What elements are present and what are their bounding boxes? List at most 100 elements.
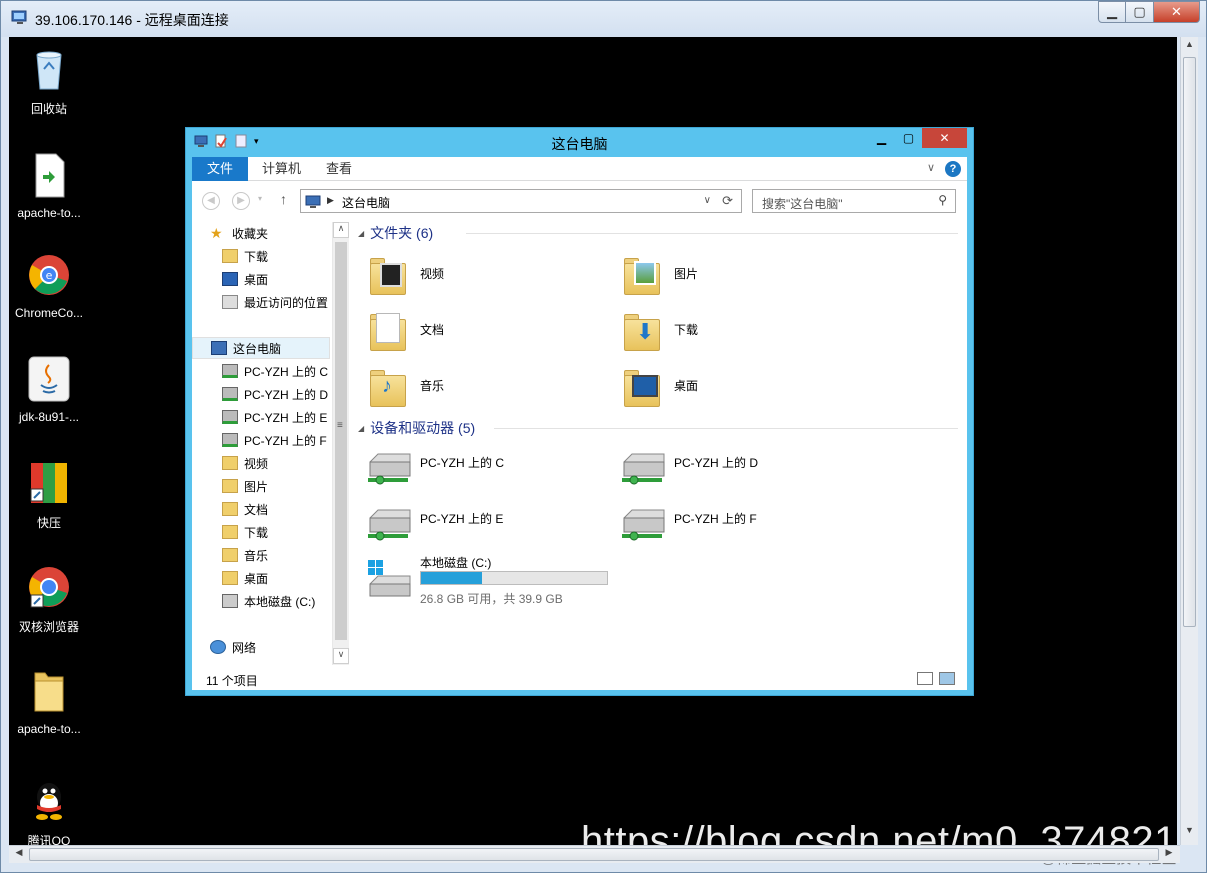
desktop-icon-apache-file[interactable]: apache-to...	[9, 151, 89, 220]
drive-tile-local-c[interactable]: 本地磁盘 (C:) 26.8 GB 可用，共 39.9 GB	[366, 554, 626, 606]
nav-desktop[interactable]: 桌面	[222, 567, 268, 589]
explorer-close-button[interactable]: ✕	[922, 128, 967, 148]
nav-network[interactable]: 网络	[210, 636, 256, 658]
nav-documents[interactable]: 文档	[222, 498, 268, 520]
nav-drive-c[interactable]: PC-YZH 上的 C	[222, 360, 328, 382]
videos-folder-icon	[366, 249, 410, 297]
folder-tile-pictures[interactable]: 图片	[620, 248, 698, 298]
navigation-bar: ◀ ▶ ▾ ↑ ▶ 这台电脑 ∨ ⟳ 搜索"这台电脑" ⚲	[192, 182, 967, 222]
nav-drive-d[interactable]: PC-YZH 上的 D	[222, 383, 328, 405]
desktop-icon-browser[interactable]: 双核浏览器	[9, 563, 89, 635]
nav-fav-desktop[interactable]: 桌面	[222, 268, 268, 290]
explorer-maximize-button[interactable]: ▢	[895, 128, 922, 148]
explorer-window: ▾ 这台电脑 ▁ ▢ ✕ 文件 计算机 查看 ∨ ? ◀ ▶ ▾ ↑ ▶ 这台电…	[185, 127, 974, 696]
address-dropdown-icon[interactable]: ∨	[704, 195, 711, 206]
minimize-icon: ▁	[1107, 4, 1117, 19]
maximize-button[interactable]: ▢	[1126, 1, 1154, 23]
close-icon: ✕	[1171, 4, 1182, 19]
scroll-down-icon[interactable]: ∨	[333, 648, 349, 664]
nav-local-disk-c[interactable]: 本地磁盘 (C:)	[222, 590, 315, 612]
archive-icon	[30, 463, 67, 503]
nav-music[interactable]: 音乐	[222, 544, 268, 566]
ribbon: 文件 计算机 查看 ∨ ?	[192, 157, 967, 181]
desktop-icon-kuaiya[interactable]: 快压	[9, 459, 89, 531]
help-icon[interactable]: ?	[945, 161, 961, 177]
large-icons-view-icon[interactable]	[939, 672, 955, 685]
navpane-scrollbar[interactable]: ∧ ≡ ∨	[332, 222, 349, 665]
search-box[interactable]: 搜索"这台电脑" ⚲	[752, 189, 956, 213]
desktop-icon-recycle-bin[interactable]: 回收站	[9, 45, 89, 117]
refresh-icon[interactable]: ⟳	[722, 193, 733, 209]
scroll-left-icon[interactable]: ◀	[11, 847, 27, 861]
explorer-titlebar[interactable]: ▾ 这台电脑 ▁ ▢ ✕	[186, 128, 973, 156]
nav-this-pc[interactable]: 这台电脑	[192, 337, 330, 359]
collapse-triangle-icon[interactable]: ◢	[358, 229, 364, 238]
nav-fav-recent[interactable]: 最近访问的位置	[222, 291, 328, 313]
forward-button[interactable]: ▶	[232, 192, 250, 210]
rdp-vertical-scrollbar[interactable]: ▲ ▼	[1180, 37, 1198, 845]
folder-tile-videos[interactable]: 视频	[366, 248, 444, 298]
nav-drive-e[interactable]: PC-YZH 上的 E	[222, 406, 327, 428]
scroll-right-icon[interactable]: ▶	[1161, 847, 1177, 861]
desktop-icon-qq[interactable]: 腾讯QQ	[9, 777, 89, 845]
rdp-window-controls: ▁ ▢ ✕	[1098, 1, 1200, 23]
scrollbar-thumb[interactable]	[1183, 57, 1196, 627]
explorer-minimize-button[interactable]: ▁	[868, 128, 895, 148]
nav-videos[interactable]: 视频	[222, 452, 268, 474]
drive-tile-f[interactable]: PC-YZH 上的 F	[620, 498, 860, 548]
folder-tile-music[interactable]: ♪ 音乐	[366, 360, 444, 410]
scrollbar-thumb[interactable]	[335, 242, 347, 640]
scrollbar-grip-icon: ≡	[337, 420, 343, 431]
details-view-icon[interactable]	[917, 672, 933, 685]
explorer-window-controls: ▁ ▢ ✕	[868, 128, 967, 148]
drive-tile-d[interactable]: PC-YZH 上的 D	[620, 442, 860, 492]
content-pane: ◢ 文件夹 (6) 视频 图片 文档 ⬇ 下载 ♪ 音乐 桌面 ◢ 设备和驱动器…	[354, 222, 967, 665]
network-drive-icon	[222, 410, 238, 424]
back-button[interactable]: ◀	[202, 192, 220, 210]
scrollbar-thumb[interactable]	[29, 848, 1159, 861]
network-drive-icon	[368, 509, 411, 541]
local-disk-icon	[222, 594, 238, 608]
nav-downloads[interactable]: 下载	[222, 521, 268, 543]
nav-drive-f[interactable]: PC-YZH 上的 F	[222, 429, 327, 451]
folder-tile-documents[interactable]: 文档	[366, 304, 444, 354]
disk-usage-fill	[421, 572, 483, 584]
desktop-icon-chrome[interactable]: e ChromeCo...	[9, 251, 89, 320]
desktop-icon-jdk[interactable]: jdk-8u91-...	[9, 355, 89, 424]
tab-file[interactable]: 文件	[192, 157, 248, 181]
recycle-bin-icon	[36, 51, 62, 90]
desktop-icon-label: apache-to...	[17, 722, 81, 736]
scroll-up-icon[interactable]: ▲	[1183, 39, 1196, 55]
address-bar[interactable]: ▶ 这台电脑 ∨ ⟳	[300, 189, 742, 213]
desktop-icon-apache-folder[interactable]: apache-to...	[9, 667, 89, 736]
rdp-horizontal-scrollbar[interactable]: ◀ ▶	[9, 845, 1180, 863]
minimize-button[interactable]: ▁	[1098, 1, 1126, 23]
collapse-triangle-icon[interactable]: ◢	[358, 424, 364, 433]
close-button[interactable]: ✕	[1154, 1, 1200, 23]
nav-pictures[interactable]: 图片	[222, 475, 268, 497]
rdp-title: 39.106.170.146 - 远程桌面连接	[35, 12, 229, 28]
recent-locations-icon[interactable]: ▾	[258, 194, 262, 203]
nav-favorites[interactable]: ★ 收藏夹	[210, 222, 268, 244]
folder-tile-desktop[interactable]: 桌面	[620, 360, 698, 410]
group-divider	[494, 428, 958, 429]
group-header-folders[interactable]: ◢ 文件夹 (6)	[358, 224, 433, 242]
tab-view[interactable]: 查看	[312, 157, 366, 181]
desktop-icon-label: 回收站	[30, 102, 67, 116]
documents-folder-icon	[366, 305, 410, 353]
music-folder-icon	[222, 548, 238, 562]
expand-ribbon-icon[interactable]: ∨	[927, 161, 935, 174]
tab-computer[interactable]: 计算机	[248, 157, 315, 181]
rdp-titlebar[interactable]: 39.106.170.146 - 远程桌面连接	[1, 1, 1206, 37]
breadcrumb-separator-icon[interactable]: ▶	[327, 195, 334, 206]
drive-tile-e[interactable]: PC-YZH 上的 E	[366, 498, 606, 548]
scroll-down-icon[interactable]: ▼	[1183, 825, 1196, 841]
nav-fav-downloads[interactable]: 下载	[222, 245, 268, 267]
up-button[interactable]: ↑	[280, 191, 287, 207]
folder-tile-downloads[interactable]: ⬇ 下载	[620, 304, 698, 354]
group-header-devices[interactable]: ◢ 设备和驱动器 (5)	[358, 419, 475, 437]
chrome-icon: e	[29, 255, 69, 295]
java-icon	[28, 356, 70, 402]
drive-tile-c[interactable]: PC-YZH 上的 C	[366, 442, 606, 492]
scroll-up-icon[interactable]: ∧	[333, 222, 349, 238]
